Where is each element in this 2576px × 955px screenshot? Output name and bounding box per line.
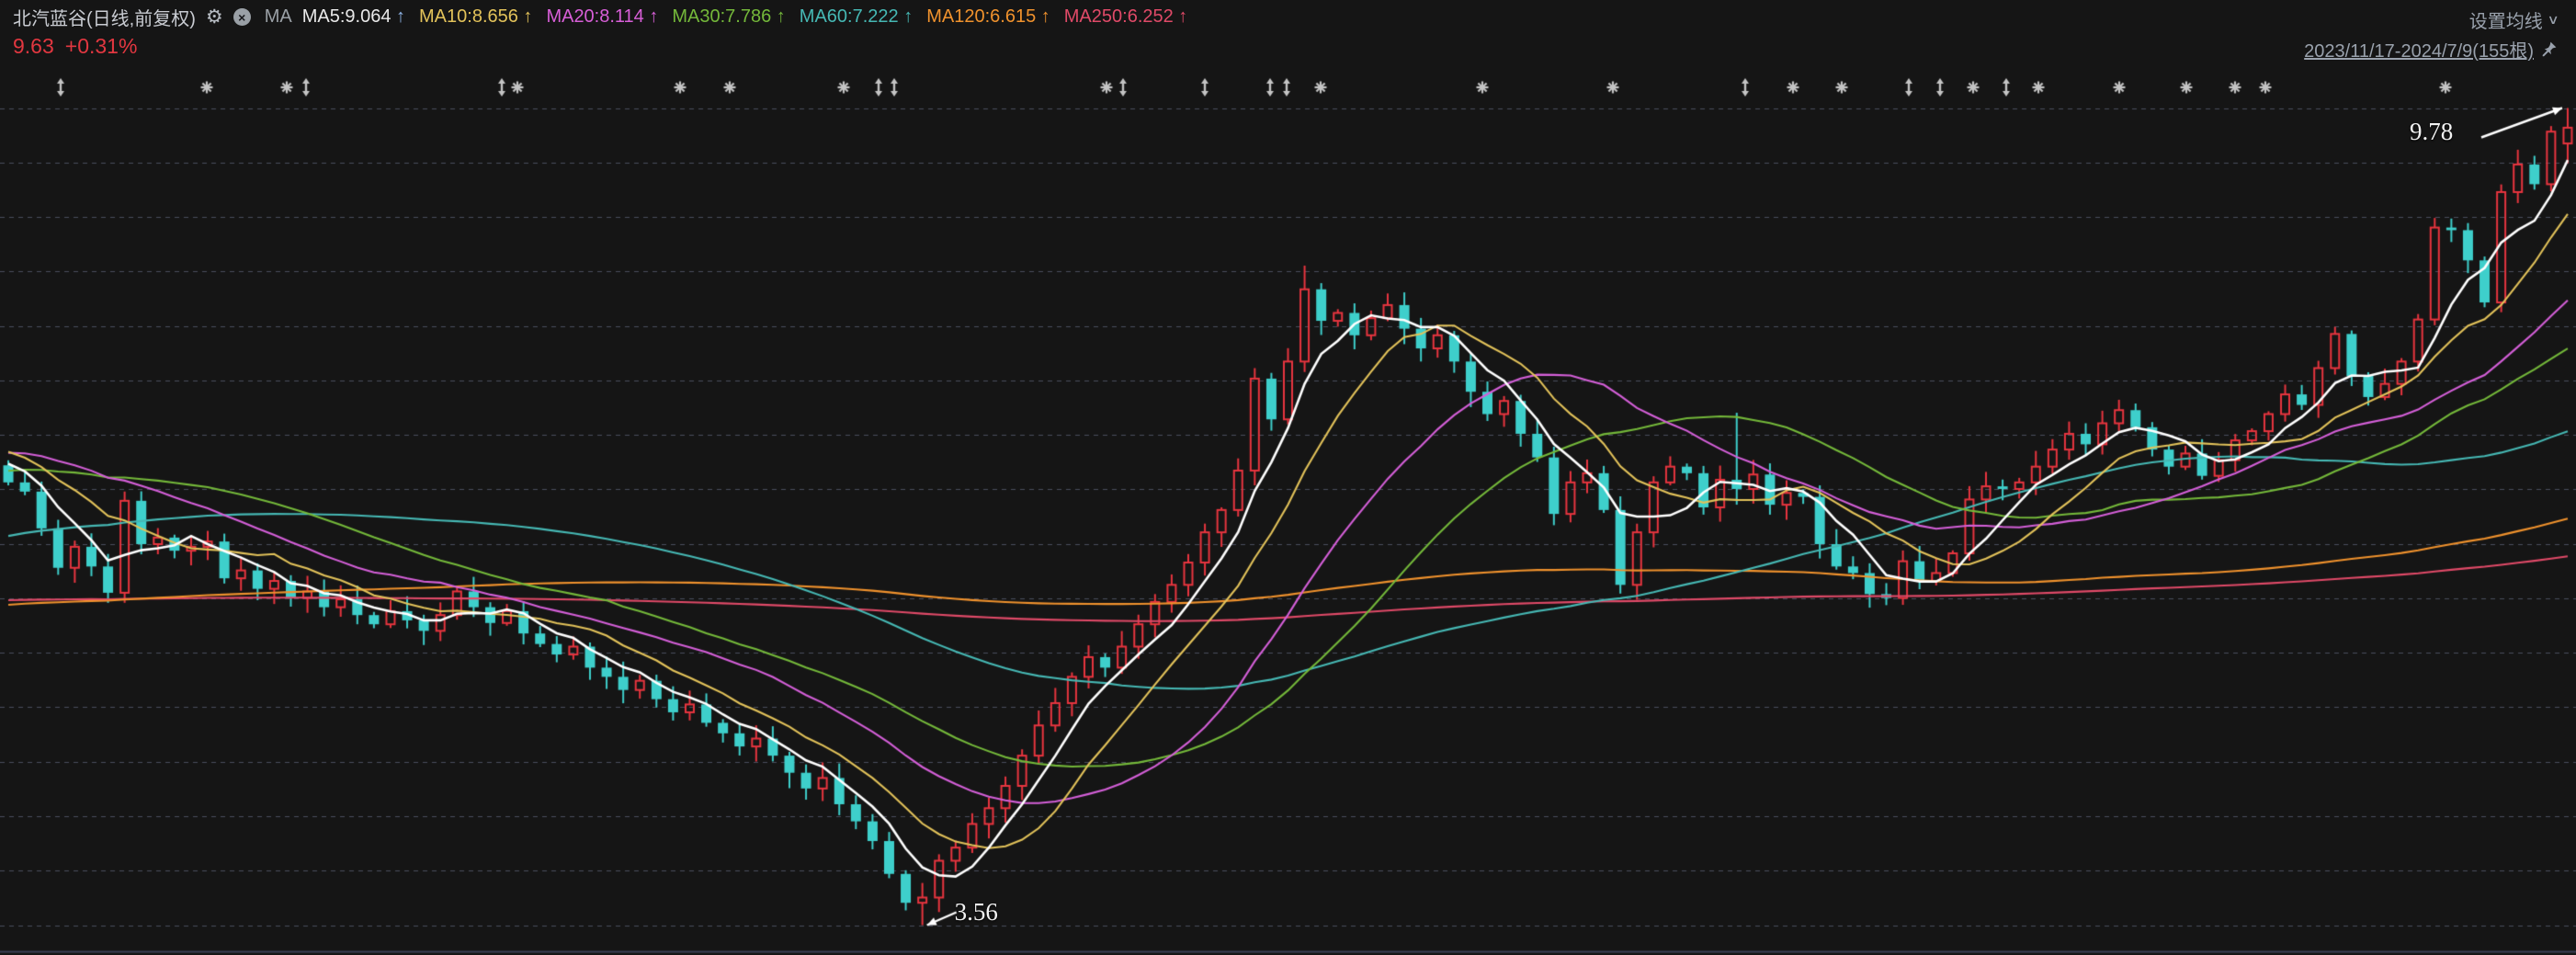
ma-legend: MA5:9.064 ↑ MA10:8.656 ↑ MA20:8.114 ↑ MA30:… — [302, 6, 1188, 28]
close-icon[interactable]: × — [233, 8, 251, 26]
ma-legend-item: MA30:7.786 ↑ — [672, 6, 785, 28]
trend-up-arrow-icon: ↑ — [391, 6, 405, 27]
date-range-control[interactable]: 2023/11/17-2024/7/9(155根) — [2304, 36, 2558, 63]
trend-up-arrow-icon: ↑ — [518, 6, 533, 27]
ma-legend-item: MA120:6.615 ↑ — [926, 6, 1050, 28]
date-range-label: 2023/11/17-2024/7/9(155根) — [2304, 36, 2534, 63]
settings-ma-dropdown[interactable]: 设置均线 ∨ — [2469, 6, 2558, 33]
high-price-label: 9.78 — [2410, 118, 2453, 146]
settings-ma-label: 设置均线 — [2469, 6, 2543, 33]
trend-up-arrow-icon: ↑ — [899, 6, 914, 27]
ma-legend-item: MA60:7.222 ↑ — [800, 6, 913, 28]
chart-header: 北汽蓝谷(日线,前复权) ⚙ × MA MA5:9.064 ↑ MA10:8.65… — [13, 4, 1187, 30]
chevron-down-icon: ∨ — [2547, 12, 2559, 28]
ma-legend-item: MA20:8.114 ↑ — [546, 6, 658, 28]
kline-chart-canvas[interactable] — [0, 0, 2576, 955]
pin-icon — [2540, 40, 2558, 58]
trend-up-arrow-icon: ↑ — [1174, 6, 1188, 27]
indicator-label: MA — [265, 6, 292, 28]
ma-legend-item: MA10:8.656 ↑ — [419, 6, 532, 28]
stock-title: 北汽蓝谷(日线,前复权) — [13, 4, 196, 30]
trend-up-arrow-icon: ↑ — [644, 6, 659, 27]
last-price: 9.63 — [13, 34, 54, 59]
price-row: 9.63 +0.31% — [13, 34, 137, 59]
ma-legend-item: MA5:9.064 ↑ — [302, 6, 405, 28]
kline-app: { "header": { "title": "北汽蓝谷(日线,前复权)", "… — [0, 0, 2576, 955]
ma-legend-item: MA250:6.252 ↑ — [1064, 6, 1188, 28]
low-price-label: 3.56 — [955, 898, 998, 927]
price-change: +0.31% — [65, 34, 138, 59]
trend-up-arrow-icon: ↑ — [1036, 6, 1050, 27]
trend-up-arrow-icon: ↑ — [771, 6, 786, 27]
gear-icon[interactable]: ⚙ — [206, 7, 223, 27]
